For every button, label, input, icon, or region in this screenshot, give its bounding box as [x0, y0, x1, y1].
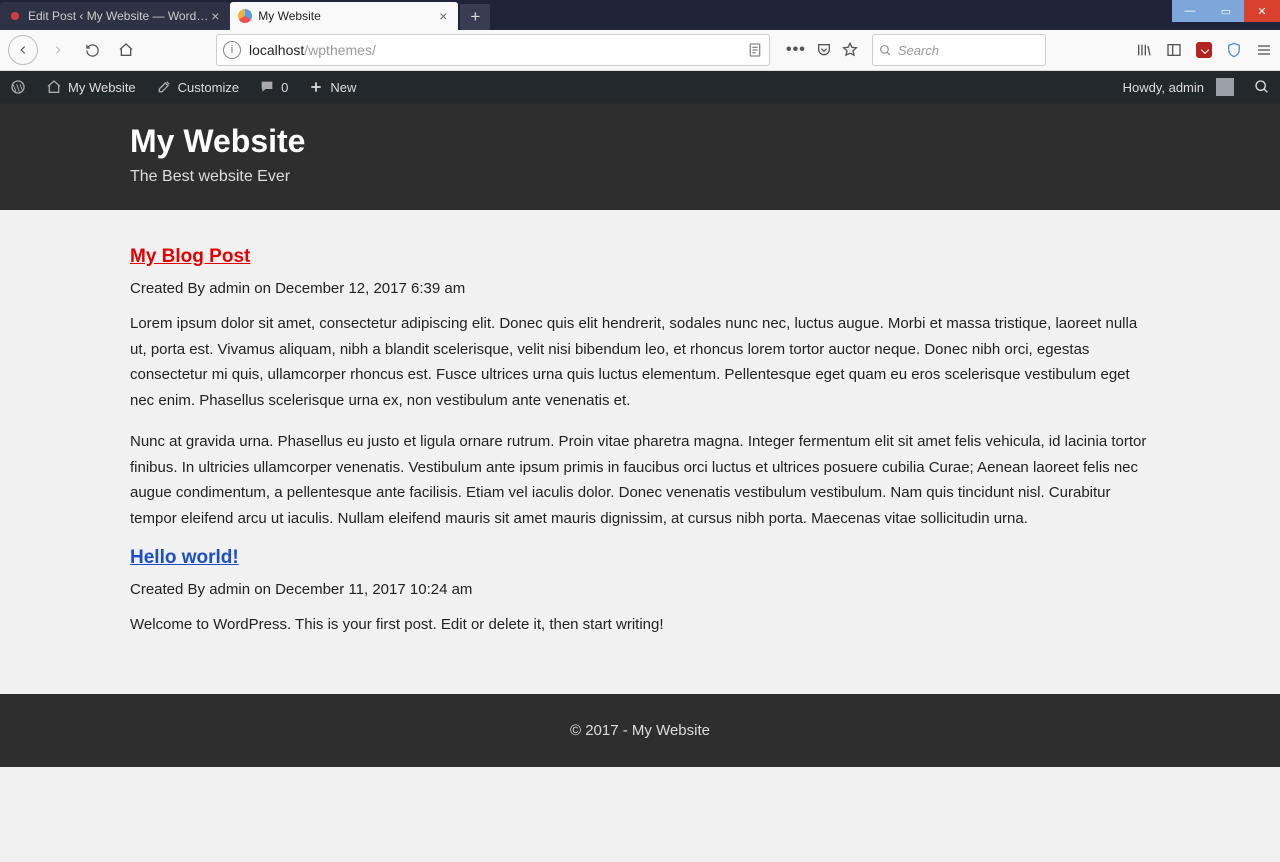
library-icon[interactable]: [1136, 42, 1152, 58]
post-title-link[interactable]: My Blog Post: [130, 246, 250, 267]
post-title: My Blog Post: [130, 246, 1150, 268]
wp-logo-menu[interactable]: [0, 71, 36, 103]
wp-admin-bar: My Website Customize 0 New Howdy, admin: [0, 71, 1280, 103]
comment-icon: [259, 79, 275, 95]
wp-new-link[interactable]: New: [298, 71, 366, 103]
window-close-button[interactable]: ✕: [1244, 0, 1280, 22]
home-icon: [46, 79, 62, 95]
wp-customize-label: Customize: [178, 80, 239, 95]
search-icon: [879, 44, 892, 57]
wp-comments-link[interactable]: 0: [249, 71, 298, 103]
browser-search-bar[interactable]: Search: [872, 34, 1046, 66]
browser-tab-active[interactable]: My Website ×: [230, 2, 458, 30]
ublock-icon[interactable]: [1196, 42, 1212, 58]
nav-home-button[interactable]: [112, 36, 140, 64]
page-actions-icon[interactable]: •••: [786, 41, 806, 59]
window-maximize-button[interactable]: ▭: [1208, 0, 1244, 22]
wordpress-logo-icon: [10, 79, 26, 95]
sidebar-icon[interactable]: [1166, 42, 1182, 58]
reader-mode-icon[interactable]: [747, 42, 763, 58]
nav-back-button[interactable]: [8, 35, 38, 65]
tab-close-icon[interactable]: ×: [208, 9, 222, 23]
footer-text: © 2017 - My Website: [570, 722, 710, 739]
site-tagline: The Best website Ever: [130, 168, 1150, 186]
pocket-icon[interactable]: [816, 42, 832, 58]
bookmark-star-icon[interactable]: [842, 42, 858, 58]
plus-icon: [308, 79, 324, 95]
url-bar[interactable]: i localhost/wpthemes/: [216, 34, 770, 66]
brush-icon: [156, 79, 172, 95]
browser-toolbar: i localhost/wpthemes/ ••• Search: [0, 30, 1280, 71]
nav-forward-button[interactable]: [44, 36, 72, 64]
browser-tab-inactive[interactable]: Edit Post ‹ My Website — Word… ×: [0, 2, 230, 30]
tab-favicon-icon: [238, 9, 252, 23]
search-icon: [1254, 79, 1270, 95]
hamburger-menu-icon[interactable]: [1256, 42, 1272, 58]
post-paragraph: Nunc at gravida urna. Phasellus eu justo…: [130, 429, 1150, 531]
post-title-link[interactable]: Hello world!: [130, 547, 239, 568]
tab-title: My Website: [258, 9, 436, 23]
post-title: Hello world!: [130, 547, 1150, 569]
content-area: My Blog Post Created By admin on Decembe…: [0, 210, 1280, 694]
url-path: /wpthemes/: [304, 42, 376, 58]
tab-close-icon[interactable]: ×: [436, 9, 450, 23]
tab-favicon-icon: [8, 9, 22, 23]
wp-new-label: New: [330, 80, 356, 95]
site-footer: © 2017 - My Website: [0, 694, 1280, 767]
new-tab-button[interactable]: +: [460, 4, 490, 30]
site-title: My Website: [130, 123, 1150, 160]
wp-greeting: Howdy, admin: [1123, 80, 1204, 95]
url-host: localhost: [249, 42, 304, 58]
site-header: My Website The Best website Ever: [0, 103, 1280, 210]
site-info-icon[interactable]: i: [223, 41, 241, 59]
nav-reload-button[interactable]: [78, 36, 106, 64]
wp-customize-link[interactable]: Customize: [146, 71, 249, 103]
avatar-icon: [1216, 78, 1234, 96]
search-placeholder: Search: [898, 43, 939, 58]
browser-tab-strip: Edit Post ‹ My Website — Word… × My Webs…: [0, 0, 1280, 30]
post-meta: Created By admin on December 12, 2017 6:…: [130, 280, 1150, 297]
privacy-shield-icon[interactable]: [1226, 41, 1242, 59]
post-paragraph: Welcome to WordPress. This is your first…: [130, 612, 1150, 638]
wp-account-menu[interactable]: Howdy, admin: [1113, 78, 1244, 96]
post-meta: Created By admin on December 11, 2017 10…: [130, 581, 1150, 598]
wp-search-toggle[interactable]: [1244, 79, 1280, 95]
wp-comments-count: 0: [281, 80, 288, 95]
post-paragraph: Lorem ipsum dolor sit amet, consectetur …: [130, 311, 1150, 413]
tab-title: Edit Post ‹ My Website — Word…: [28, 9, 208, 23]
window-minimize-button[interactable]: —: [1172, 0, 1208, 22]
wp-site-link[interactable]: My Website: [36, 71, 146, 103]
wp-site-name: My Website: [68, 80, 136, 95]
